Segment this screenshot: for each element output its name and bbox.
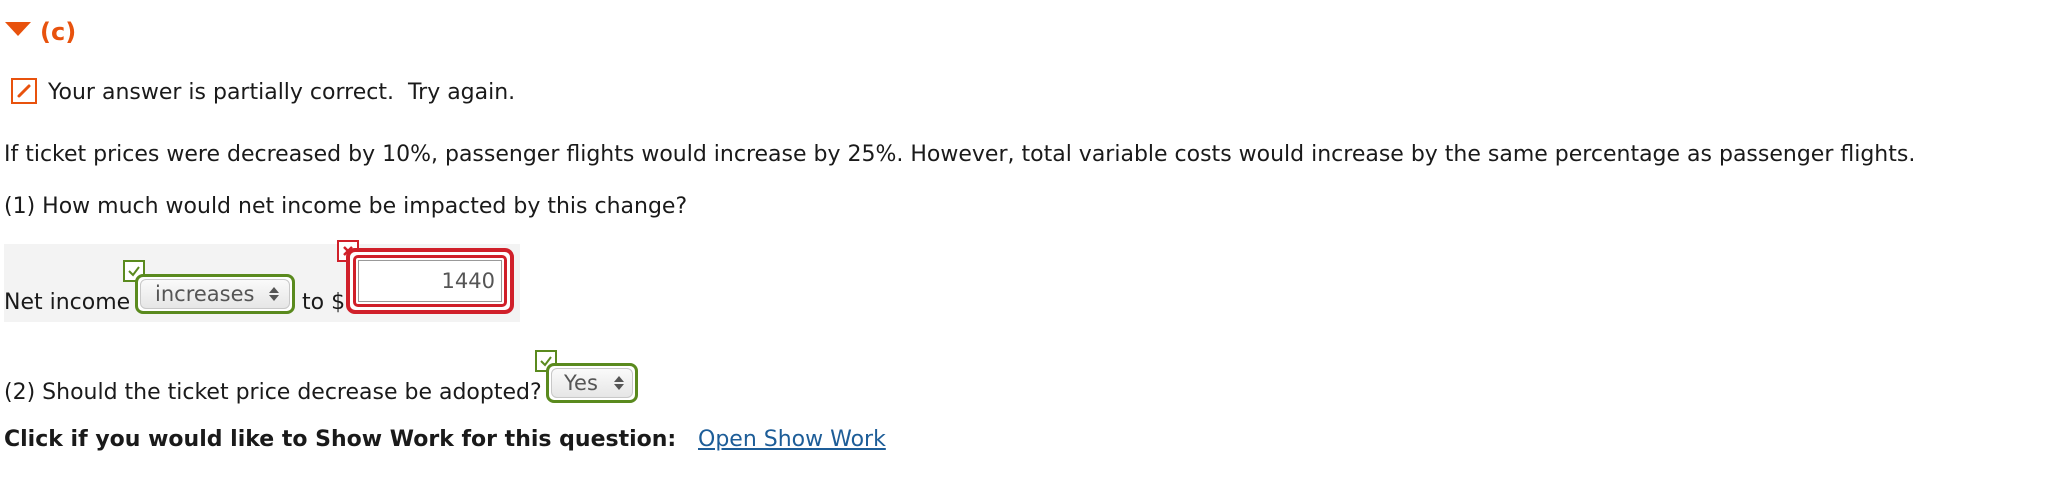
select-arrows-icon xyxy=(614,376,624,390)
amount-input[interactable] xyxy=(358,260,502,302)
select-arrows-icon xyxy=(269,287,279,301)
amount-field-frame xyxy=(346,248,514,314)
question-1: (1) How much would net income be impacte… xyxy=(4,194,688,219)
question-2: (2) Should the ticket price decrease be … xyxy=(4,380,542,405)
feedback-message: Your answer is partially correct. Try ag… xyxy=(48,80,516,105)
adopt-select[interactable]: Yes xyxy=(546,363,638,403)
net-income-label: Net income xyxy=(4,290,131,315)
adopt-select-value: Yes xyxy=(564,371,598,395)
collapse-triangle-icon[interactable] xyxy=(5,22,31,36)
problem-statement: If ticket prices were decreased by 10%, … xyxy=(4,142,1916,167)
show-work-prompt: Click if you would like to Show Work for… xyxy=(4,427,677,452)
partially-correct-icon xyxy=(11,78,37,104)
to-dollar-label: to $ xyxy=(302,290,346,315)
open-show-work-link[interactable]: Open Show Work xyxy=(698,427,886,452)
section-label: (c) xyxy=(40,18,77,46)
direction-select[interactable]: increases xyxy=(135,274,295,314)
direction-select-value: increases xyxy=(155,282,255,306)
